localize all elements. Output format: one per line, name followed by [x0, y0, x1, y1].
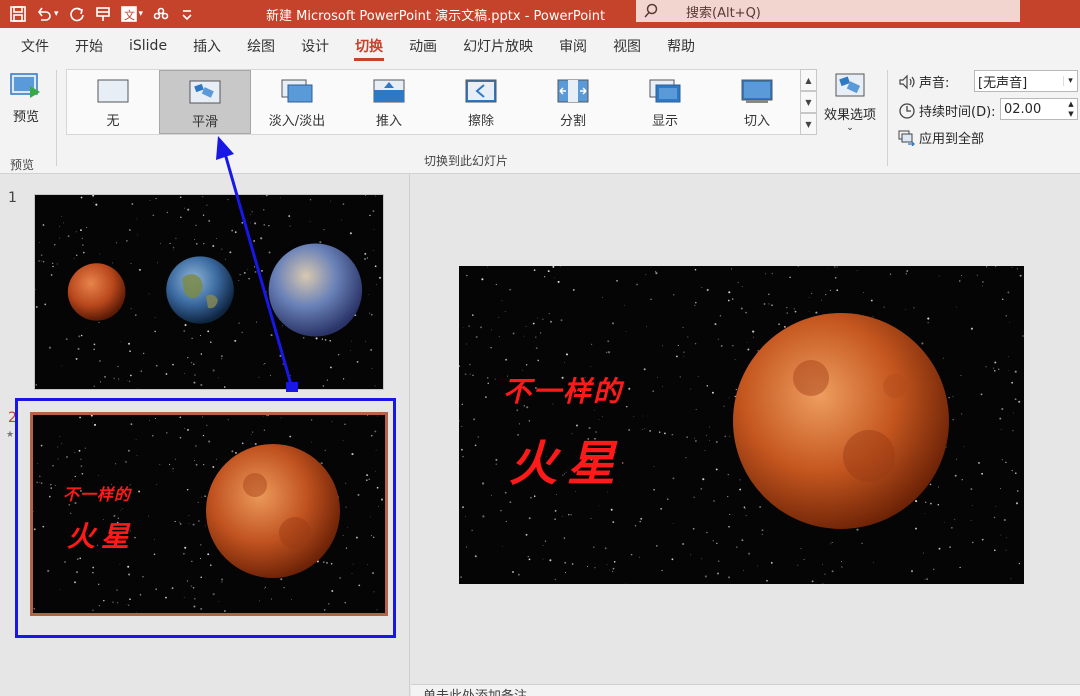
transition-gallery: 无 平滑 淡入/淡出 推入 擦除 分割 显示 切入: [66, 69, 804, 135]
title-bar: ▾ 文 ▾ 新建 Microsoft PowerPoint 演示文稿.pptx …: [0, 0, 1080, 28]
apply-all-button[interactable]: 应用到全部: [898, 128, 984, 147]
transition-none[interactable]: 无: [67, 70, 159, 134]
slide-number: 1: [8, 190, 17, 206]
duration-stepper[interactable]: 02.00 ▲ ▼: [1000, 98, 1078, 120]
customize-icon[interactable]: [175, 2, 199, 26]
transition-label: 无: [106, 114, 120, 129]
chevron-down-icon[interactable]: ▾: [139, 9, 144, 19]
transition-push[interactable]: 推入: [343, 70, 435, 134]
transition-label: 平滑: [191, 115, 218, 130]
effect-options-label: 效果选项: [823, 108, 876, 123]
transition-label: 淡入/淡出: [268, 114, 326, 129]
transition-label: 显示: [651, 114, 678, 129]
reveal-transition-icon: [648, 78, 682, 104]
preview-icon: [10, 72, 42, 100]
morph-transition-icon: [188, 79, 222, 105]
transition-cut[interactable]: 切入: [711, 70, 803, 134]
search-box[interactable]: 搜索(Alt+Q): [636, 0, 1020, 22]
sound-label: 声音:: [919, 76, 950, 91]
search-icon: [636, 3, 666, 19]
tab-islide[interactable]: iSlide: [116, 28, 180, 64]
apply-all-icon: [898, 130, 915, 146]
tab-home[interactable]: 开始: [62, 28, 116, 64]
sound-select[interactable]: [无声音] ▾: [974, 70, 1078, 92]
tab-draw[interactable]: 绘图: [234, 28, 288, 64]
gallery-scroll-down-icon[interactable]: ▼: [800, 91, 817, 113]
slide-thumbnail-1[interactable]: [34, 194, 384, 390]
ribbon-divider: [887, 70, 888, 166]
split-transition-icon: [556, 78, 590, 104]
transition-reveal[interactable]: 显示: [619, 70, 711, 134]
transition-morph[interactable]: 平滑: [159, 70, 251, 134]
transition-label: 擦除: [467, 114, 494, 129]
redo-icon[interactable]: [65, 2, 89, 26]
translate-icon[interactable]: 文: [117, 2, 141, 26]
tab-view[interactable]: 视图: [600, 28, 654, 64]
wipe-transition-icon: [464, 78, 498, 104]
apply-all-label: 应用到全部: [919, 132, 985, 147]
push-transition-icon: [372, 78, 406, 104]
chevron-down-icon: ⌄: [846, 123, 854, 133]
transition-label: 分割: [559, 114, 586, 129]
fade-transition-icon: [280, 78, 314, 104]
duration-label: 持续时间(D):: [919, 105, 996, 120]
effect-options-button[interactable]: 效果选项 ⌄: [820, 72, 880, 133]
annotation-highlight-frame: [15, 398, 396, 638]
undo-icon[interactable]: [32, 2, 56, 26]
gallery-scroll-up-icon[interactable]: ▲: [800, 69, 817, 91]
transition-split[interactable]: 分割: [527, 70, 619, 134]
preview-group-label: 预览: [10, 158, 35, 172]
cut-transition-icon: [740, 78, 774, 104]
tab-transitions[interactable]: 切换: [342, 28, 396, 64]
slide-title-line2: 火星: [509, 436, 626, 492]
chevron-down-icon: ▾: [1063, 76, 1077, 86]
gallery-expand-icon[interactable]: ▼: [800, 113, 817, 135]
sound-value: [无声音]: [978, 75, 1028, 91]
transition-star-icon: ★: [6, 430, 15, 440]
planets-slide-image: [35, 195, 383, 389]
preview-button[interactable]: 预览: [6, 72, 46, 125]
speaker-icon: [899, 74, 915, 89]
transition-fade[interactable]: 淡入/淡出: [251, 70, 343, 134]
document-title: 新建 Microsoft PowerPoint 演示文稿.pptx - Powe…: [266, 9, 606, 24]
none-transition-icon: [96, 78, 130, 104]
search-placeholder: 搜索(Alt+Q): [686, 5, 761, 21]
notes-placeholder: 单击此处添加备注: [423, 685, 527, 696]
preview-group: 预览 预览: [0, 68, 52, 172]
gallery-scroll: ▲ ▼ ▼: [800, 69, 817, 135]
tab-insert[interactable]: 插入: [180, 28, 234, 64]
tab-review[interactable]: 审阅: [546, 28, 600, 64]
more-icon[interactable]: [149, 2, 173, 26]
tab-file[interactable]: 文件: [8, 28, 62, 64]
ribbon-tabs: 文件 开始 iSlide 插入 绘图 设计 切换 动画 幻灯片放映 审阅 视图 …: [0, 28, 1080, 64]
chevron-down-icon[interactable]: ▾: [54, 9, 59, 19]
notes-pane[interactable]: 单击此处添加备注: [411, 684, 1080, 696]
ribbon-divider: [56, 70, 57, 166]
preview-button-label: 预览: [12, 110, 39, 125]
tab-animations[interactable]: 动画: [396, 28, 450, 64]
effect-options-icon: [835, 72, 865, 100]
sound-row: 声音:: [898, 72, 949, 91]
current-slide[interactable]: 不一样的 火星: [459, 266, 1024, 584]
transition-label: 切入: [743, 114, 770, 129]
duration-value: 02.00: [1004, 101, 1042, 117]
clock-icon: [899, 102, 915, 119]
ribbon: 预览 预览 无 平滑 淡入/淡出 推入 擦除 分割 显示 切入 ▲ ▼ ▼ 切换…: [0, 64, 1080, 174]
svg-text:文: 文: [124, 8, 135, 22]
tab-design[interactable]: 设计: [288, 28, 342, 64]
slide-title-line1: 不一样的: [503, 375, 624, 408]
transition-wipe[interactable]: 擦除: [435, 70, 527, 134]
duration-row: 持续时间(D):: [898, 101, 996, 120]
quick-access-toolbar: ▾ 文 ▾: [6, 2, 199, 26]
tab-slideshow[interactable]: 幻灯片放映: [450, 28, 546, 64]
transition-group-label: 切换到此幻灯片: [424, 154, 509, 168]
slide-editor: 不一样的 火星: [411, 174, 1080, 684]
save-icon[interactable]: [6, 2, 30, 26]
tab-help[interactable]: 帮助: [654, 28, 708, 64]
pin-icon[interactable]: [91, 2, 115, 26]
transition-label: 推入: [375, 114, 402, 129]
stepper-arrows-icon[interactable]: ▲ ▼: [1065, 99, 1077, 119]
